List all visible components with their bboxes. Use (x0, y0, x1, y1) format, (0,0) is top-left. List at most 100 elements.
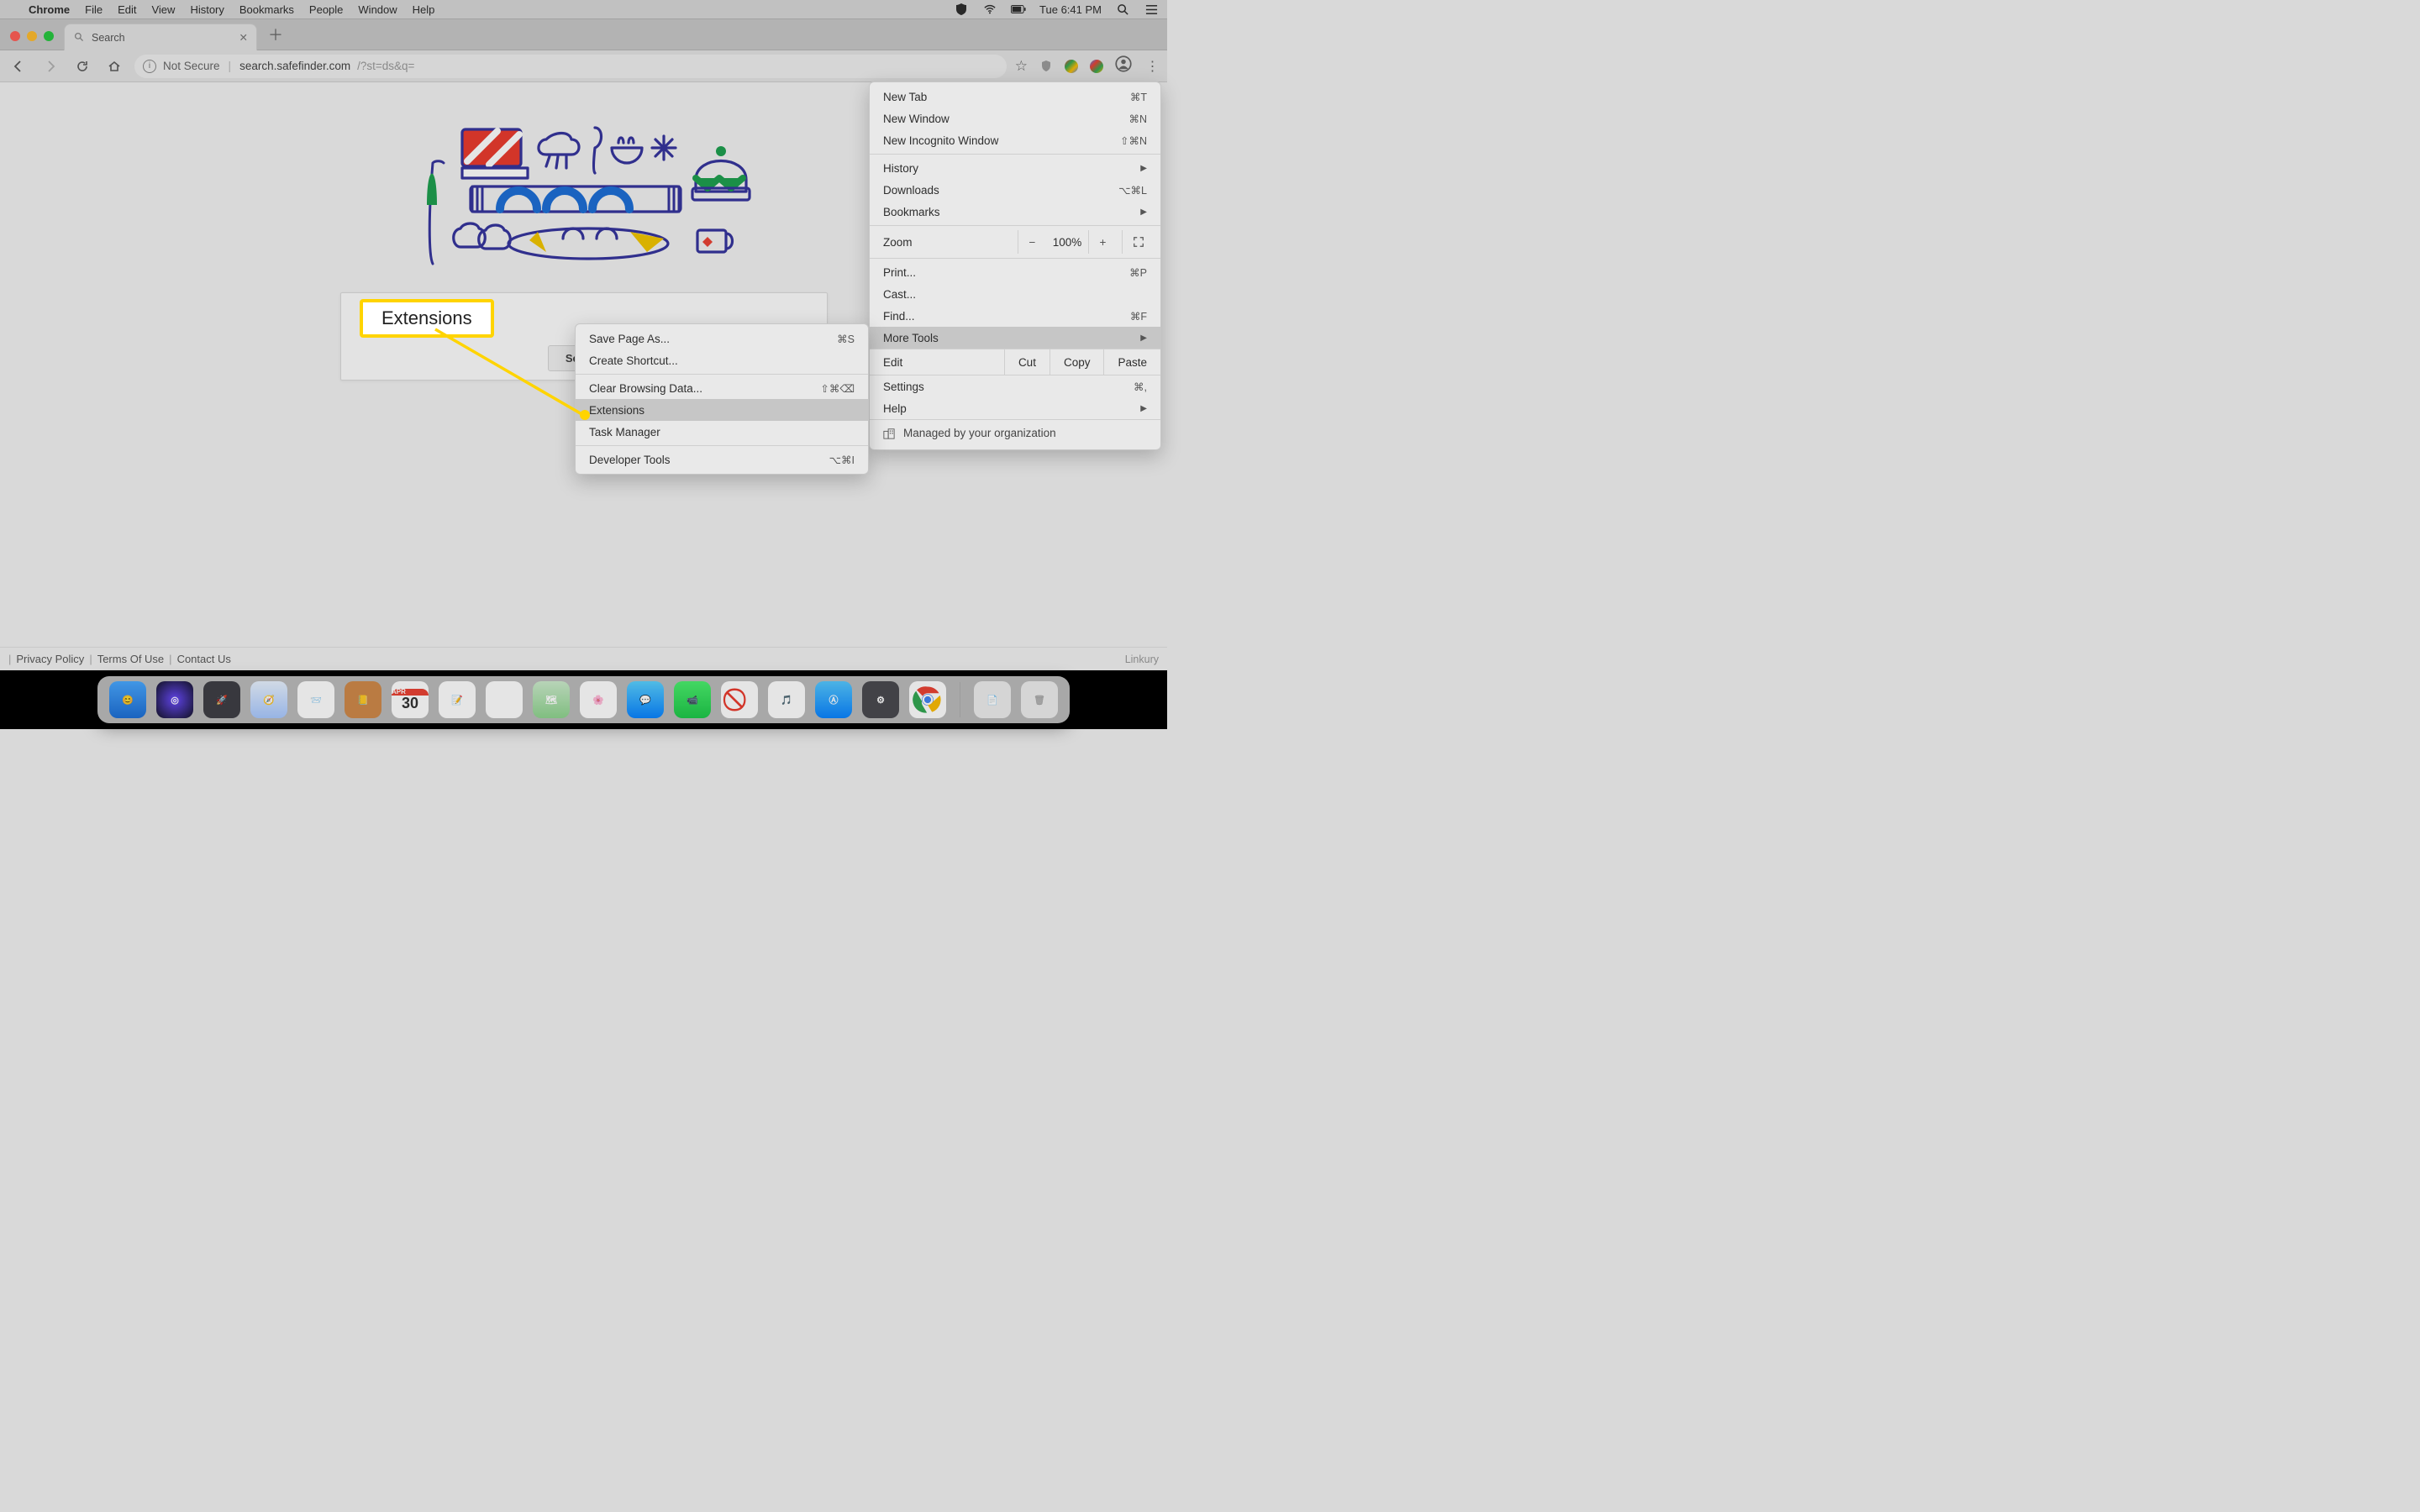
menu-zoom-label: Zoom (883, 236, 913, 249)
bookmark-star-icon[interactable]: ☆ (1015, 58, 1028, 75)
window-fullscreen-button[interactable] (44, 31, 54, 41)
tab-close-button[interactable]: ✕ (239, 31, 248, 44)
profile-avatar-icon[interactable] (1115, 55, 1132, 76)
menubar-bookmarks[interactable]: Bookmarks (239, 3, 294, 16)
menu-zoom-row: Zoom − 100% + (870, 228, 1160, 255)
window-close-button[interactable] (10, 31, 20, 41)
window-minimize-button[interactable] (27, 31, 37, 41)
omnibox-separator: | (229, 60, 232, 72)
nav-reload-button[interactable] (71, 55, 94, 78)
dock-maps[interactable]: 🗺 (533, 681, 570, 718)
menu-help[interactable]: Help▶ (870, 397, 1160, 419)
menubar-window[interactable]: Window (358, 3, 397, 16)
battery-status-icon[interactable] (1011, 3, 1026, 15)
zoom-in-button[interactable]: + (1088, 230, 1117, 254)
nav-back-button[interactable] (7, 55, 30, 78)
footer-contact-link[interactable]: Contact Us (177, 653, 231, 665)
not-secure-label: Not Secure (163, 60, 220, 72)
menu-bookmarks[interactable]: Bookmarks▶ (870, 201, 1160, 223)
dock-notes[interactable]: 📝 (439, 681, 476, 718)
dock-facetime[interactable]: 📹 (674, 681, 711, 718)
more-tools-submenu: Save Page As...⌘S Create Shortcut... Cle… (575, 323, 869, 475)
menu-history[interactable]: History▶ (870, 157, 1160, 179)
menu-find[interactable]: Find...⌘F (870, 305, 1160, 327)
menu-edit-row: Edit Cut Copy Paste (870, 349, 1160, 375)
chrome-menu-button[interactable]: ⋮ (1144, 58, 1160, 75)
menu-copy[interactable]: Copy (1050, 349, 1104, 375)
dock-siri[interactable]: ◎ (156, 681, 193, 718)
extension-icon-2[interactable] (1090, 60, 1103, 73)
footer-brand: Linkury (1125, 654, 1159, 665)
menubar-history[interactable]: History (190, 3, 224, 16)
browser-tab[interactable]: Search ✕ (64, 24, 257, 50)
chrome-tab-strip: Search ✕ ＋ (0, 18, 1167, 50)
mac-menubar: Chrome File Edit View History Bookmarks … (0, 0, 1167, 18)
menu-new-window[interactable]: New Window⌘N (870, 108, 1160, 129)
nav-home-button[interactable] (103, 55, 126, 78)
dock-contacts[interactable]: 📒 (345, 681, 381, 718)
footer-privacy-link[interactable]: Privacy Policy (16, 653, 84, 665)
menu-cast[interactable]: Cast... (870, 283, 1160, 305)
address-bar[interactable]: i Not Secure | search.safefinder.com/?st… (134, 55, 1007, 78)
dock-news[interactable]: ⃠ (721, 681, 758, 718)
menu-managed-text: Managed by your organization (903, 427, 1056, 439)
zoom-out-button[interactable]: − (1018, 230, 1046, 254)
submenu-clear-browsing-data[interactable]: Clear Browsing Data...⇧⌘⌫ (576, 377, 868, 399)
menu-paste[interactable]: Paste (1103, 349, 1160, 375)
dock-messages[interactable]: 💬 (627, 681, 664, 718)
menubar-view[interactable]: View (151, 3, 175, 16)
menubar-file[interactable]: File (85, 3, 103, 16)
menu-new-incognito[interactable]: New Incognito Window⇧⌘N (870, 129, 1160, 151)
menu-managed-notice[interactable]: Managed by your organization (870, 419, 1160, 446)
extension-security-icon[interactable] (1039, 60, 1053, 73)
menu-new-tab[interactable]: New Tab⌘T (870, 86, 1160, 108)
wifi-status-icon[interactable] (982, 3, 997, 15)
dock-photos[interactable]: 🌸 (580, 681, 617, 718)
menu-print[interactable]: Print...⌘P (870, 261, 1160, 283)
new-tab-button[interactable]: ＋ (264, 23, 287, 46)
malwarebytes-status-icon[interactable] (954, 3, 969, 15)
footer-terms-link[interactable]: Terms Of Use (97, 653, 164, 665)
dock-itunes[interactable]: 🎵 (768, 681, 805, 718)
omnibox-path: /?st=ds&q= (357, 60, 414, 72)
dock-safari[interactable]: 🧭 (250, 681, 287, 718)
dock-downloads[interactable]: 📄 (974, 681, 1011, 718)
menu-more-tools[interactable]: More Tools▶ (870, 327, 1160, 349)
dock-launchpad[interactable]: 🚀 (203, 681, 240, 718)
spotlight-search-icon[interactable] (1115, 3, 1130, 15)
submenu-task-manager[interactable]: Task Manager (576, 421, 868, 443)
menu-downloads[interactable]: Downloads⌥⌘L (870, 179, 1160, 201)
tab-favicon-search-icon (73, 32, 85, 44)
window-traffic-lights (0, 31, 64, 50)
zoom-percent: 100% (1046, 236, 1088, 249)
dock-calendar[interactable]: APR30 (392, 681, 429, 718)
zoom-fullscreen-button[interactable] (1122, 230, 1154, 254)
menu-cut[interactable]: Cut (1004, 349, 1050, 375)
submenu-extensions[interactable]: Extensions (576, 399, 868, 421)
search-engine-logo (412, 121, 756, 276)
dock-mail[interactable]: 📨 (297, 681, 334, 718)
page-footer: | Privacy Policy | Terms Of Use | Contac… (0, 647, 1167, 670)
dock-chrome[interactable] (909, 681, 946, 718)
dock-reminders[interactable]: ☑︎ (486, 681, 523, 718)
dock-trash[interactable]: 🗑 (1021, 681, 1058, 718)
menubar-people[interactable]: People (309, 3, 343, 16)
submenu-save-page[interactable]: Save Page As...⌘S (576, 328, 868, 349)
menu-settings[interactable]: Settings⌘, (870, 375, 1160, 397)
menubar-clock[interactable]: Tue 6:41 PM (1039, 3, 1102, 16)
dock-appstore[interactable]: Ⓐ (815, 681, 852, 718)
dock: 😊 ◎ 🚀 🧭 📨 📒 APR30 📝 ☑︎ 🗺 🌸 💬 📹 ⃠ 🎵 Ⓐ ⚙ 📄… (97, 676, 1070, 723)
menubar-app-name[interactable]: Chrome (29, 3, 70, 16)
dock-system-preferences[interactable]: ⚙ (862, 681, 899, 718)
menubar-edit[interactable]: Edit (118, 3, 136, 16)
control-center-icon[interactable] (1144, 3, 1159, 15)
submenu-create-shortcut[interactable]: Create Shortcut... (576, 349, 868, 371)
submenu-developer-tools[interactable]: Developer Tools⌥⌘I (576, 449, 868, 470)
chrome-toolbar: i Not Secure | search.safefinder.com/?st… (0, 50, 1167, 82)
dock-finder[interactable]: 😊 (109, 681, 146, 718)
nav-forward-button[interactable] (39, 55, 62, 78)
extension-icon-1[interactable] (1065, 60, 1078, 73)
site-info-icon[interactable]: i (143, 60, 156, 73)
menubar-help[interactable]: Help (413, 3, 435, 16)
tab-title: Search (92, 32, 125, 44)
